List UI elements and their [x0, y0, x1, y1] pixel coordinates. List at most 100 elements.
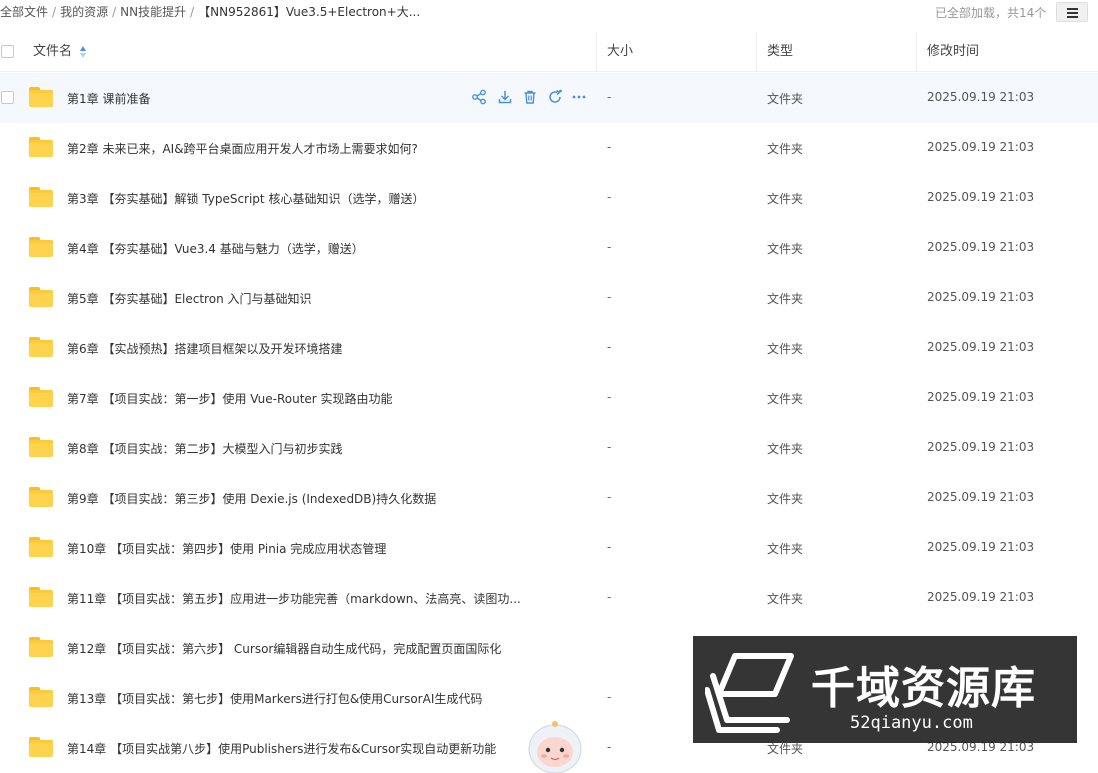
- file-type: 文件夹: [767, 542, 804, 556]
- breadcrumb-separator: /: [52, 5, 57, 19]
- table-row[interactable]: 第4章 【夯实基础】Vue3.4 基础与魅力（选学，赠送） - 文件夹 2025…: [0, 223, 1098, 273]
- file-size: -: [607, 240, 612, 254]
- table-row[interactable]: 第5章 【夯实基础】Electron 入门与基础知识 - 文件夹 2025.09…: [0, 273, 1098, 323]
- file-name[interactable]: 第10章 【项目实战：第四步】使用 Pinia 完成应用状态管理: [67, 540, 386, 557]
- column-divider: [916, 32, 917, 72]
- file-size: -: [607, 90, 612, 104]
- file-modified-time: 2025.09.19 21:03: [927, 490, 1035, 504]
- file-modified-time: 2025.09.19 21:03: [927, 340, 1035, 354]
- breadcrumb-all-files[interactable]: 全部文件: [0, 5, 48, 19]
- folder-icon: [29, 437, 53, 457]
- file-type: 文件夹: [767, 292, 804, 306]
- folder-icon: [29, 237, 53, 257]
- file-size: -: [607, 390, 612, 404]
- breadcrumb-my-resources[interactable]: 我的资源: [60, 5, 108, 19]
- file-modified-time: 2025.09.19 21:03: [927, 440, 1035, 454]
- file-name[interactable]: 第14章 【项目实战第八步】使用Publishers进行发布&Cursor实现自…: [67, 740, 496, 757]
- table-row[interactable]: 第3章 【夯实基础】解锁 TypeScript 核心基础知识（选学，赠送） - …: [0, 173, 1098, 223]
- file-size: -: [607, 590, 612, 604]
- file-type: 文件夹: [767, 92, 804, 106]
- column-header-type[interactable]: 类型: [767, 32, 793, 72]
- column-divider: [596, 32, 597, 72]
- folder-icon: [29, 287, 53, 307]
- file-name[interactable]: 第11章 【项目实战：第五步】应用进一步功能完善（markdown、法高亮、读图…: [67, 590, 521, 607]
- file-type: 文件夹: [767, 242, 804, 256]
- file-name[interactable]: 第13章 【项目实战：第七步】使用Markers进行打包&使用CursorAI生…: [67, 690, 482, 707]
- folder-icon: [29, 687, 53, 707]
- file-name[interactable]: 第1章 课前准备: [67, 90, 150, 107]
- folder-icon: [29, 737, 53, 757]
- breadcrumb-separator: /: [190, 5, 195, 19]
- file-modified-time: 2025.09.19 21:03: [927, 390, 1035, 404]
- table-row[interactable]: 第9章 【项目实战：第三步】使用 Dexie.js (IndexedDB)持久化…: [0, 473, 1098, 523]
- file-size: -: [607, 740, 612, 754]
- select-all-checkbox[interactable]: [1, 45, 14, 58]
- file-type: 文件夹: [767, 492, 804, 506]
- file-name[interactable]: 第5章 【夯实基础】Electron 入门与基础知识: [67, 290, 311, 307]
- file-name[interactable]: 第4章 【夯实基础】Vue3.4 基础与魅力（选学，赠送）: [67, 240, 364, 257]
- refresh-icon[interactable]: [546, 88, 564, 106]
- file-size: -: [607, 690, 612, 704]
- download-icon[interactable]: [496, 88, 514, 106]
- breadcrumb: 全部文件 / 我的资源 / NN技能提升 / 【NN952861】Vue3.5+Electr…: [0, 3, 420, 20]
- file-name[interactable]: 第9章 【项目实战：第三步】使用 Dexie.js (IndexedDB)持久化…: [67, 490, 436, 507]
- file-size: -: [607, 140, 612, 154]
- file-modified-time: 2025.09.19 21:03: [927, 190, 1035, 204]
- file-name[interactable]: 第2章 未来已来，AI&跨平台桌面应用开发人才市场上需要求如何?: [67, 140, 418, 157]
- breadcrumb-nn-skills[interactable]: NN技能提升: [120, 5, 186, 19]
- table-row[interactable]: 第11章 【项目实战：第五步】应用进一步功能完善（markdown、法高亮、读图…: [0, 573, 1098, 623]
- file-modified-time: 2025.09.19 21:03: [927, 140, 1035, 154]
- folder-icon: [29, 637, 53, 657]
- loaded-count-text: 已全部加载，共14个: [935, 6, 1047, 20]
- file-modified-time: 2025.09.19 21:03: [927, 90, 1035, 104]
- column-header-size[interactable]: 大小: [607, 32, 633, 72]
- file-name[interactable]: 第3章 【夯实基础】解锁 TypeScript 核心基础知识（选学，赠送）: [67, 190, 424, 207]
- file-type: 文件夹: [767, 342, 804, 356]
- sort-icon[interactable]: [80, 45, 87, 59]
- watermark-logo: [704, 648, 795, 734]
- file-size: -: [607, 340, 612, 354]
- file-name[interactable]: 第12章 【项目实战：第六步】 Cursor编辑器自动生成代码，完成配置页面国际…: [67, 640, 501, 657]
- table-row[interactable]: 第10章 【项目实战：第四步】使用 Pinia 完成应用状态管理 - 文件夹 2…: [0, 523, 1098, 573]
- folder-icon: [29, 187, 53, 207]
- folder-icon: [29, 387, 53, 407]
- share-icon[interactable]: [470, 88, 488, 106]
- file-size: -: [607, 440, 612, 454]
- row-checkbox[interactable]: [1, 91, 14, 104]
- file-type: 文件夹: [767, 142, 804, 156]
- folder-icon: [29, 337, 53, 357]
- file-name[interactable]: 第8章 【项目实战：第二步】大模型入门与初步实践: [67, 440, 342, 457]
- folder-icon: [29, 537, 53, 557]
- file-name[interactable]: 第7章 【项目实战：第一步】使用 Vue-Router 实现路由功能: [67, 390, 393, 407]
- table-row[interactable]: 第1章 课前准备 - 文件夹 2025.09.19 21:03: [0, 73, 1098, 123]
- file-modified-time: 2025.09.19 21:03: [927, 240, 1035, 254]
- folder-icon: [29, 137, 53, 157]
- top-bar: 全部文件 / 我的资源 / NN技能提升 / 【NN952861】Vue3.5+Electr…: [0, 0, 1098, 24]
- table-row[interactable]: 第6章 【实战预热】搭建项目框架以及开发环境搭建 - 文件夹 2025.09.1…: [0, 323, 1098, 373]
- table-row[interactable]: 第7章 【项目实战：第一步】使用 Vue-Router 实现路由功能 - 文件夹…: [0, 373, 1098, 423]
- breadcrumb-separator: /: [112, 5, 117, 19]
- folder-icon: [29, 87, 53, 107]
- table-row[interactable]: 第2章 未来已来，AI&跨平台桌面应用开发人才市场上需要求如何? - 文件夹 2…: [0, 123, 1098, 173]
- watermark-title: 千域资源库: [811, 663, 1036, 714]
- file-type: 文件夹: [767, 392, 804, 406]
- file-name[interactable]: 第6章 【实战预热】搭建项目框架以及开发环境搭建: [67, 340, 342, 357]
- folder-icon: [29, 587, 53, 607]
- file-type: 文件夹: [767, 592, 804, 606]
- list-menu-button[interactable]: [1056, 2, 1088, 22]
- file-type: 文件夹: [767, 192, 804, 206]
- mascot-image: [520, 719, 590, 773]
- column-header-modified[interactable]: 修改时间: [927, 32, 979, 72]
- more-icon[interactable]: [570, 88, 588, 106]
- delete-icon[interactable]: [521, 88, 539, 106]
- file-size: -: [607, 490, 612, 504]
- watermark-banner: 千域资源库 52qianyu.com: [693, 636, 1077, 743]
- table-row[interactable]: 第8章 【项目实战：第二步】大模型入门与初步实践 - 文件夹 2025.09.1…: [0, 423, 1098, 473]
- file-size: -: [607, 190, 612, 204]
- column-header-name[interactable]: 文件名: [33, 32, 72, 72]
- file-modified-time: 2025.09.19 21:03: [927, 540, 1035, 554]
- breadcrumb-current-folder: 【NN952861】Vue3.5+Electron+大...: [198, 5, 421, 19]
- table-header: 文件名 大小 类型 修改时间: [0, 32, 1098, 72]
- folder-icon: [29, 487, 53, 507]
- column-divider: [756, 32, 757, 72]
